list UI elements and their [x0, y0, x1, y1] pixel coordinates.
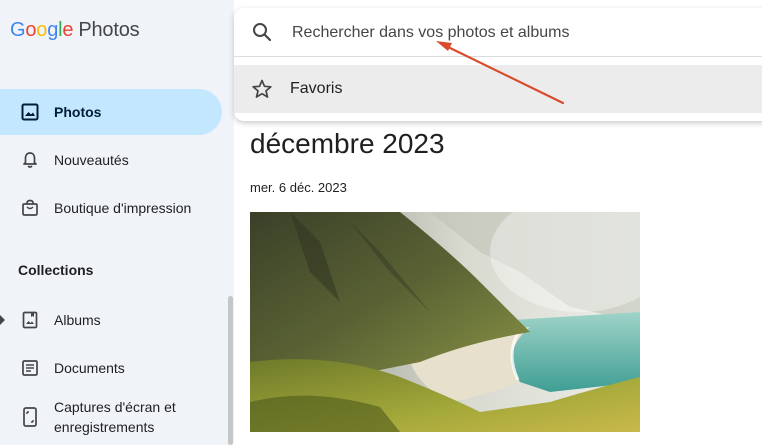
logo-letter: o [25, 19, 37, 41]
logo-word: Photos [78, 19, 140, 41]
sidebar-item-boutique[interactable]: Boutique d'impression [0, 185, 222, 231]
search-bar[interactable] [234, 8, 762, 56]
star-icon [251, 78, 273, 105]
google-photos-logo[interactable]: Google Photos [10, 19, 140, 42]
search-suggestion-favoris[interactable]: Favoris [234, 65, 762, 113]
logo-letter: o [36, 19, 48, 41]
sidebar-item-photos[interactable]: Photos [0, 89, 222, 135]
phone-screenshot-icon [20, 407, 40, 427]
sidebar-scrollbar[interactable] [228, 296, 233, 445]
photo-thumbnail[interactable] [250, 212, 640, 432]
bell-icon [20, 150, 40, 170]
album-icon [20, 310, 40, 330]
shopping-bag-icon [20, 198, 40, 218]
collections-header: Collections [18, 262, 94, 278]
date-label[interactable]: mer. 6 déc. 2023 [250, 180, 347, 195]
month-title: décembre 2023 [250, 128, 445, 159]
sidebar-item-documents[interactable]: Documents [0, 345, 222, 391]
search-divider [234, 56, 762, 57]
sidebar-item-label: Boutique d'impression [54, 200, 192, 216]
sidebar-item-nouveautes[interactable]: Nouveautés [0, 137, 222, 183]
logo-letter: G [10, 19, 26, 41]
logo-letter: g [47, 19, 59, 41]
sidebar: Google Photos Photos Nouveautés Boutique … [0, 0, 234, 445]
search-icon[interactable] [251, 21, 273, 48]
search-input[interactable] [290, 20, 754, 46]
landscape-photo-image [250, 212, 640, 432]
suggestion-label: Favoris [290, 80, 343, 97]
sidebar-item-label: Nouveautés [54, 152, 129, 168]
sidebar-item-label-line2: enregistrements [54, 419, 155, 435]
document-icon [20, 358, 40, 378]
sidebar-item-albums[interactable]: Albums [0, 297, 222, 343]
sidebar-item-label-line1: Captures d'écran et [54, 399, 176, 415]
sidebar-item-label: Documents [54, 360, 125, 376]
sidebar-item-label: Photos [54, 104, 102, 120]
logo-letter: e [62, 19, 74, 41]
sidebar-item-screenshots[interactable]: Captures d'écran et enregistrements [0, 393, 222, 441]
search-dropdown: Favoris [234, 8, 762, 121]
sidebar-item-label: Albums [54, 312, 101, 328]
photo-icon [20, 102, 40, 122]
